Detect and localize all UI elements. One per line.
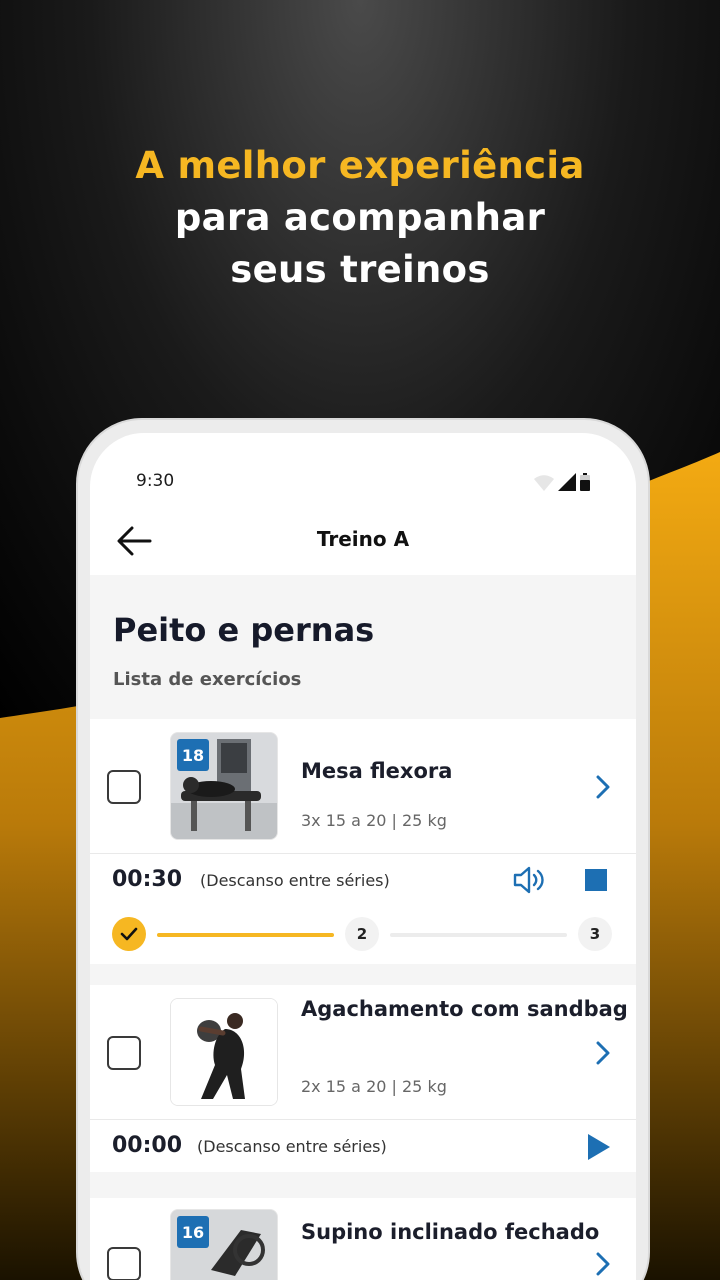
exercise-thumbnail: 16: [170, 1209, 278, 1280]
wifi-icon: [534, 475, 554, 491]
exercise-badge: 18: [177, 739, 209, 771]
exercise-checkbox[interactable]: [107, 770, 141, 804]
rest-timer-label: (Descanso entre séries): [200, 871, 390, 890]
exercise-thumbnail: 18: [170, 732, 278, 840]
set-step[interactable]: 3: [578, 917, 612, 951]
exercise-name: Supino inclinado fechado: [301, 1220, 600, 1244]
app-bar: Treino A: [90, 509, 636, 575]
stop-icon[interactable]: [585, 869, 607, 891]
sets-progress: 2 3: [90, 906, 636, 964]
progress-bar-empty: [390, 933, 567, 937]
exercise-card: 16 Supino inclinado fechado: [90, 1198, 636, 1280]
headline-accent: A melhor experiência: [135, 144, 585, 187]
exercise-name: Mesa flexora: [301, 759, 453, 783]
exercise-thumbnail: [170, 998, 278, 1106]
exercise-checkbox[interactable]: [107, 1247, 141, 1280]
exercise-meta: 2x 15 a 20 | 25 kg: [301, 1077, 447, 1096]
app-bar-title: Treino A: [316, 527, 410, 551]
exercise-badge: 16: [177, 1216, 209, 1248]
sound-icon[interactable]: [513, 865, 547, 895]
rest-timer: 00:00: [112, 1133, 183, 1158]
page-subtitle: Lista de exercícios: [113, 669, 302, 690]
battery-icon: [580, 473, 590, 491]
page-header: Peito e pernas Lista de exercícios: [113, 611, 374, 690]
exercise-row[interactable]: 16 Supino inclinado fechado: [90, 1198, 636, 1280]
progress-bar-filled: [157, 933, 334, 937]
sandbag-squat-image: [171, 999, 277, 1105]
exercise-card: Agachamento com sandbag 2x 15 a 20 | 25 …: [90, 985, 636, 1172]
exercise-checkbox[interactable]: [107, 1036, 141, 1070]
rest-timer-row: 00:30 (Descanso entre séries): [90, 854, 636, 906]
rest-timer-row: 00:00 (Descanso entre séries): [90, 1120, 636, 1172]
chevron-right-icon[interactable]: [596, 1041, 610, 1065]
status-time: 9:30: [136, 471, 175, 491]
exercise-row[interactable]: Agachamento com sandbag 2x 15 a 20 | 25 …: [90, 985, 636, 1119]
rest-timer-label: (Descanso entre séries): [197, 1137, 387, 1156]
rest-timer: 00:30: [112, 867, 183, 892]
play-icon[interactable]: [586, 1133, 612, 1161]
headline-rest: para acompanhar seus treinos: [174, 196, 546, 291]
exercise-row[interactable]: 18 Mesa flexora 3x 15 a 20 | 25 kg: [90, 719, 636, 853]
chevron-right-icon[interactable]: [596, 1252, 610, 1276]
phone-screen: 9:30 Treino A Peito e pernas Lista de ex…: [90, 433, 636, 1280]
chevron-right-icon[interactable]: [596, 775, 610, 799]
page-title: Peito e pernas: [113, 611, 375, 649]
signal-icon: [558, 473, 576, 491]
promo-headline: A melhor experiência para acompanhar seu…: [0, 140, 720, 296]
set-step[interactable]: 2: [345, 917, 379, 951]
exercise-card: 18 Mesa flexora 3x 15 a 20 | 25 kg 00:30…: [90, 719, 636, 964]
exercise-meta: 3x 15 a 20 | 25 kg: [301, 811, 447, 830]
exercise-name: Agachamento com sandbag: [301, 997, 628, 1021]
set-completed-check-icon[interactable]: [112, 917, 146, 951]
